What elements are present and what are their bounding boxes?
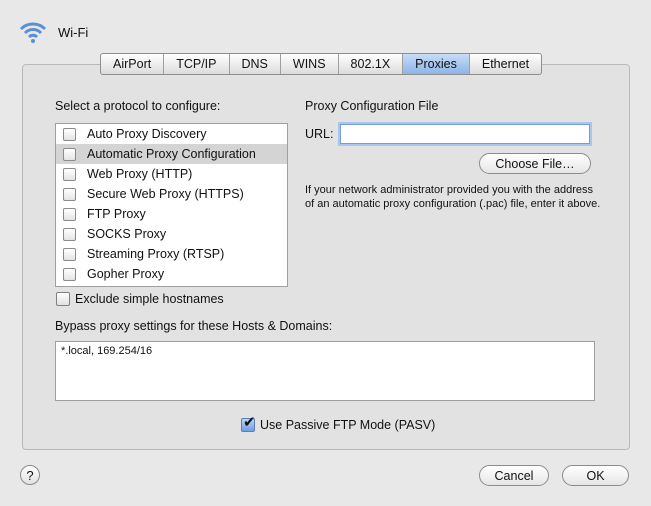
protocol-item-gopher[interactable]: Gopher Proxy xyxy=(56,264,287,284)
tab-airport[interactable]: AirPort xyxy=(101,54,165,74)
protocol-item-http[interactable]: Web Proxy (HTTP) xyxy=(56,164,287,184)
protocol-label: Auto Proxy Discovery xyxy=(87,127,207,141)
tab-dns[interactable]: DNS xyxy=(230,54,281,74)
protocol-item-auto-config[interactable]: Automatic Proxy Configuration xyxy=(56,144,287,164)
protocol-checkbox[interactable] xyxy=(63,267,76,281)
bypass-label: Bypass proxy settings for these Hosts & … xyxy=(55,319,333,333)
cancel-button[interactable]: Cancel xyxy=(479,465,549,486)
protocol-checkbox[interactable] xyxy=(63,127,76,141)
window-title: Wi-Fi xyxy=(58,24,89,40)
protocol-checkbox[interactable] xyxy=(63,167,76,181)
passive-ftp-label: Use Passive FTP Mode (PASV) xyxy=(260,418,436,432)
tab-wins[interactable]: WINS xyxy=(281,54,339,74)
protocol-checkbox[interactable] xyxy=(63,227,76,241)
choose-file-button[interactable]: Choose File… xyxy=(479,153,591,174)
protocol-item-rtsp[interactable]: Streaming Proxy (RTSP) xyxy=(56,244,287,264)
ok-button[interactable]: OK xyxy=(562,465,629,486)
protocol-checkbox[interactable] xyxy=(63,147,76,161)
protocol-label: Secure Web Proxy (HTTPS) xyxy=(87,187,244,201)
checkmark-icon: ✔ xyxy=(243,414,256,431)
protocol-item-https[interactable]: Secure Web Proxy (HTTPS) xyxy=(56,184,287,204)
url-input[interactable] xyxy=(340,124,590,144)
protocol-item-auto-discovery[interactable]: Auto Proxy Discovery xyxy=(56,124,287,144)
wifi-icon xyxy=(19,22,47,43)
tab-proxies[interactable]: Proxies xyxy=(403,54,470,74)
protocol-item-ftp[interactable]: FTP Proxy xyxy=(56,204,287,224)
tab-ethernet[interactable]: Ethernet xyxy=(470,54,541,74)
tab-bar: AirPort TCP/IP DNS WINS 802.1X Proxies E… xyxy=(100,53,543,75)
protocol-label: FTP Proxy xyxy=(87,207,146,221)
protocol-list: Auto Proxy Discovery Automatic Proxy Con… xyxy=(55,123,288,287)
window-title-bar: Wi-Fi xyxy=(18,18,88,46)
exclude-simple-checkbox[interactable] xyxy=(56,292,70,306)
protocol-label: Gopher Proxy xyxy=(87,267,165,281)
passive-ftp-row[interactable]: ✔ Use Passive FTP Mode (PASV) xyxy=(241,414,436,432)
protocol-label: SOCKS Proxy xyxy=(87,227,167,241)
config-heading: Proxy Configuration File xyxy=(305,99,439,113)
help-button[interactable]: ? xyxy=(20,465,40,485)
bypass-textarea[interactable]: *.local, 169.254/16 xyxy=(55,341,595,401)
protocol-label: Web Proxy (HTTP) xyxy=(87,167,193,181)
protocol-checkbox[interactable] xyxy=(63,187,76,201)
protocol-heading: Select a protocol to configure: xyxy=(55,99,221,113)
protocol-item-socks[interactable]: SOCKS Proxy xyxy=(56,224,287,244)
config-help-text: If your network administrator provided y… xyxy=(305,184,601,210)
exclude-simple-label: Exclude simple hostnames xyxy=(75,292,224,306)
protocol-checkbox[interactable] xyxy=(63,247,76,261)
url-label: URL: xyxy=(305,127,334,141)
exclude-simple-row[interactable]: Exclude simple hostnames xyxy=(56,292,224,306)
passive-ftp-checkbox[interactable]: ✔ xyxy=(241,414,256,432)
protocol-label: Streaming Proxy (RTSP) xyxy=(87,247,225,261)
tab-tcpip[interactable]: TCP/IP xyxy=(164,54,230,74)
protocol-checkbox[interactable] xyxy=(63,207,76,221)
protocol-label: Automatic Proxy Configuration xyxy=(87,147,256,161)
tab-8021x[interactable]: 802.1X xyxy=(339,54,404,74)
